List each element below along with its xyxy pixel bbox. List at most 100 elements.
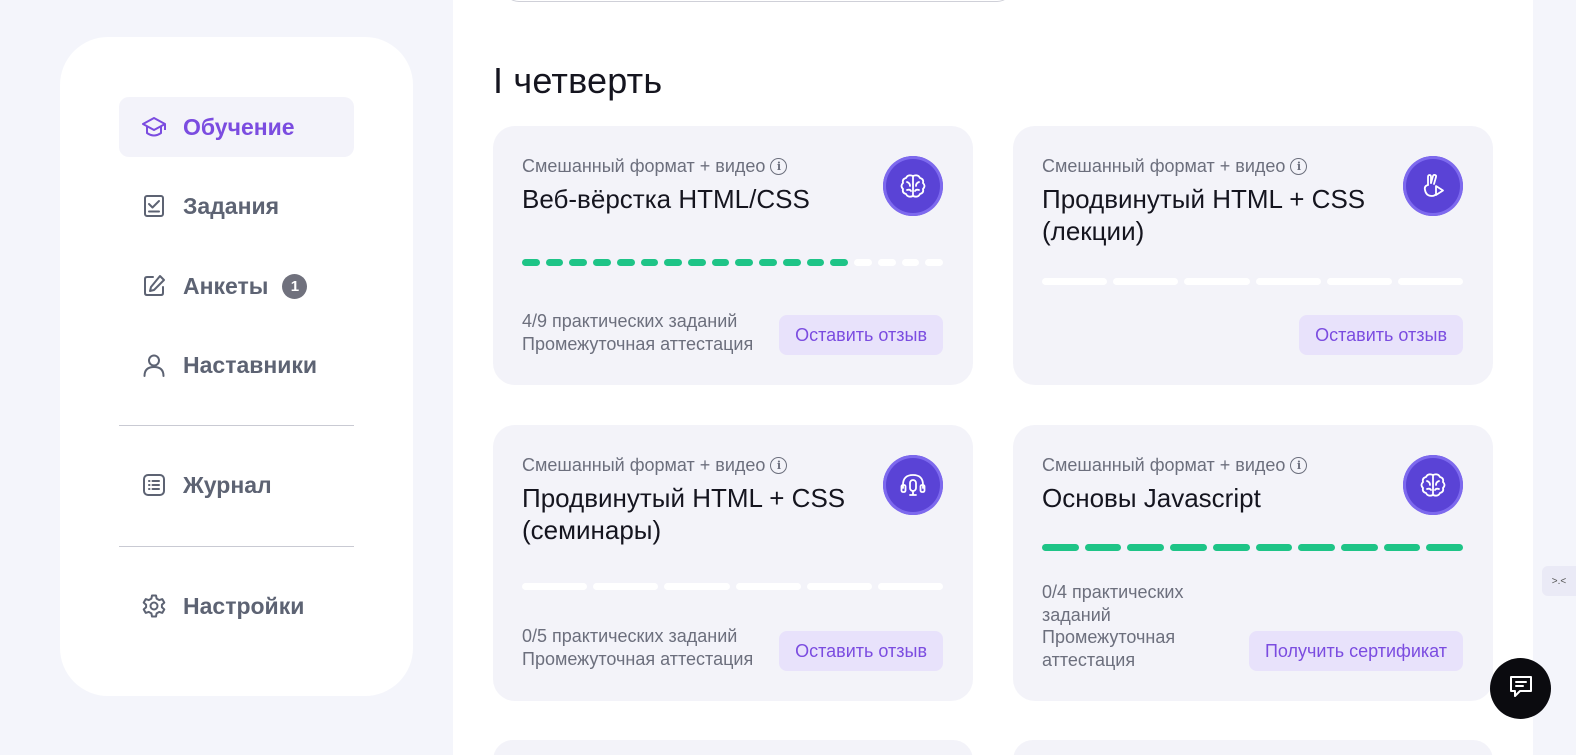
progress-segment [877, 583, 944, 590]
task-check-icon [141, 193, 167, 219]
progress-segment [1042, 544, 1079, 551]
course-card[interactable]: Смешанный формат + видео i Продвинутый H… [1013, 126, 1493, 385]
progress-segment [569, 259, 588, 266]
progress-segment [1084, 544, 1122, 551]
course-format: Смешанный формат + видео i [522, 156, 788, 177]
sidebar-item-label: Журнал [183, 471, 272, 498]
course-title[interactable]: Продвинутый HTML + CSS (лекции) [1042, 183, 1402, 247]
progress-segment [616, 259, 635, 266]
course-card[interactable]: Смешанный формат + видео i Основы Javasc… [1013, 425, 1493, 701]
course-meta: 0/4 практических заданий Промежуточная а… [1042, 582, 1184, 670]
progress-segment [735, 259, 754, 266]
section-title: I четверть [493, 60, 663, 101]
progress-segment [759, 259, 777, 266]
progress-segment [806, 259, 825, 266]
progress-segment [1255, 544, 1293, 551]
progress-segment [925, 259, 943, 266]
sidebar-item-label: Анкеты [183, 272, 269, 299]
leave-review-button[interactable]: Оставить отзыв [779, 631, 943, 671]
chat-button[interactable] [1490, 658, 1551, 719]
user-icon [141, 352, 167, 378]
leave-review-button[interactable]: Оставить отзыв [1299, 315, 1463, 355]
course-title[interactable]: Продвинутый HTML + CSS (семинары) [522, 482, 882, 546]
progress-segment [1326, 278, 1392, 285]
progress-segment [545, 259, 564, 266]
course-format: Смешанный формат + видео i [1042, 156, 1308, 177]
course-meta: 4/9 практических заданий Промежуточная а… [522, 311, 754, 354]
leave-review-button[interactable]: Оставить отзыв [779, 315, 943, 355]
progress-segment [522, 259, 540, 266]
sidebar-item-journal[interactable]: Журнал [119, 455, 354, 515]
course-title[interactable]: Основы Javascript [1042, 482, 1402, 514]
journal-icon [141, 472, 167, 498]
progress-segment [1426, 544, 1464, 551]
info-icon[interactable]: i [770, 158, 788, 175]
progress-segment [877, 259, 896, 266]
progress-segment [854, 259, 872, 266]
course-format: Смешанный формат + видео i [522, 455, 788, 476]
sidebar-item-label: Задания [183, 192, 280, 219]
brain-icon [883, 156, 943, 216]
progress-segment [1255, 278, 1321, 285]
get-certificate-button[interactable]: Получить сертификат [1248, 631, 1463, 671]
progress-segment [593, 259, 611, 266]
info-icon[interactable]: i [1290, 158, 1308, 175]
course-progress [522, 259, 943, 266]
progress-segment [1383, 544, 1421, 551]
progress-segment [1113, 278, 1179, 285]
sidebar-divider [119, 425, 354, 426]
info-icon[interactable]: i [770, 457, 788, 474]
course-progress [1042, 544, 1464, 551]
progress-segment [664, 583, 730, 590]
progress-segment [522, 583, 588, 590]
progress-segment [640, 259, 659, 266]
progress-segment [782, 259, 801, 266]
progress-segment [901, 259, 920, 266]
brain-icon [1403, 455, 1463, 515]
progress-segment [711, 259, 730, 266]
sidebar-item-tasks[interactable]: Задания [119, 176, 354, 236]
progress-segment [593, 583, 659, 590]
course-card[interactable] [493, 740, 973, 755]
course-title[interactable]: Веб-вёрстка HTML/CSS [522, 183, 882, 215]
course-meta: 0/5 практических заданий Промежуточная а… [522, 626, 754, 669]
sidebar-item-settings[interactable]: Настройки [119, 576, 354, 636]
sidebar: Обучение Задания Анкеты 1 Наставники Жур… [60, 37, 413, 696]
course-card[interactable]: Смешанный формат + видео i Веб-вёрстка H… [493, 126, 973, 385]
progress-segment [1340, 544, 1378, 551]
side-widget[interactable]: >.< [1542, 566, 1576, 596]
progress-segment [688, 259, 706, 266]
sidebar-item-mentors[interactable]: Наставники [119, 335, 354, 395]
course-progress [1042, 278, 1464, 285]
notification-badge: 1 [282, 273, 308, 299]
sidebar-item-label: Настройки [183, 592, 305, 619]
sidebar-item-label: Наставники [183, 351, 318, 378]
progress-segment [664, 259, 683, 266]
progress-segment [830, 259, 849, 266]
chat-icon [1506, 671, 1536, 706]
info-icon[interactable]: i [1290, 457, 1308, 474]
progress-segment [735, 583, 801, 590]
progress-segment [1184, 278, 1250, 285]
main-content: I четверть Смешанный формат + видео i Ве… [453, 0, 1533, 755]
progress-segment [1127, 544, 1165, 551]
search-field-edge[interactable] [503, 0, 1013, 2]
sidebar-item-label: Обучение [183, 113, 295, 140]
sidebar-divider [119, 546, 354, 547]
course-card[interactable] [1013, 740, 1493, 755]
progress-segment [1042, 278, 1108, 285]
edit-form-icon [141, 273, 167, 299]
progress-segment [1397, 278, 1464, 285]
graduation-cap-icon [141, 114, 167, 140]
gear-icon [141, 593, 167, 619]
headphones-mic-icon [883, 455, 943, 515]
sidebar-item-learning[interactable]: Обучение [119, 97, 354, 157]
progress-segment [1298, 544, 1335, 551]
course-card[interactable]: Смешанный формат + видео i Продвинутый H… [493, 425, 973, 701]
progress-segment [806, 583, 872, 590]
course-format: Смешанный формат + видео i [1042, 455, 1308, 476]
progress-segment [1170, 544, 1207, 551]
hand-play-icon [1403, 156, 1463, 216]
course-progress [522, 583, 944, 590]
sidebar-item-surveys[interactable]: Анкеты 1 [119, 256, 354, 316]
